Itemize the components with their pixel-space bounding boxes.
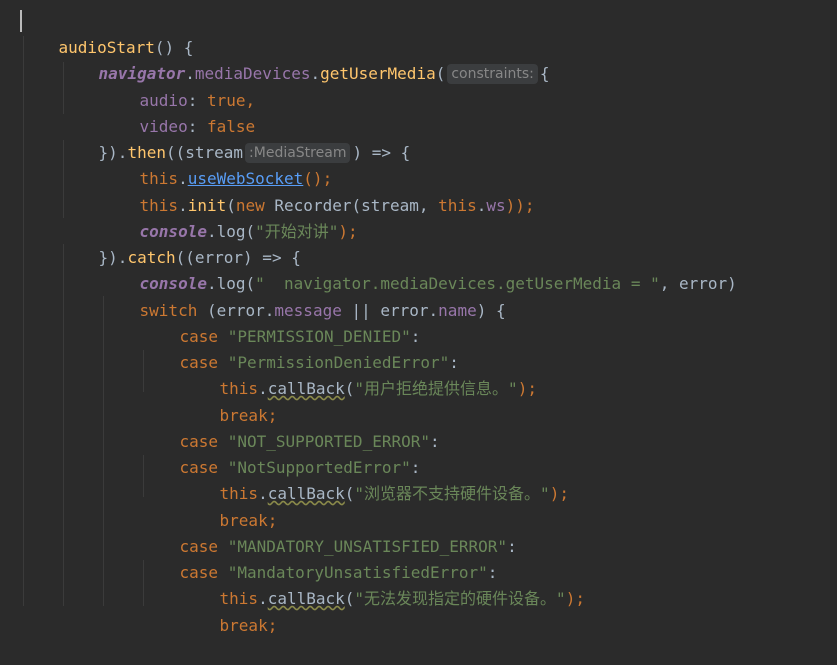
code-token: "用户拒绝提供信息。": [354, 379, 518, 398]
code-token: ;: [267, 616, 278, 635]
code-token: );: [565, 589, 585, 608]
code-token: :: [507, 537, 517, 556]
code-line[interactable]: audioStart() {: [20, 9, 194, 57]
code-line[interactable]: break;: [181, 587, 278, 635]
code-line[interactable]: case "PermissionDeniedError":: [141, 324, 459, 372]
code-token: );: [338, 222, 358, 241]
code-token: "浏览器不支持硬件设备。": [354, 484, 550, 503]
code-token: ) {: [476, 301, 506, 320]
code-token: (: [435, 64, 446, 83]
code-token: , error): [659, 274, 737, 293]
code-line[interactable]: navigator.mediaDevices.getUserMedia(cons…: [60, 35, 550, 84]
code-token[interactable]: callBack: [268, 379, 345, 398]
code-line[interactable]: audio: true,: [101, 62, 256, 110]
code-line[interactable]: this.init(new Recorder(stream, this.ws))…: [101, 167, 535, 215]
code-line[interactable]: case "NOT_SUPPORTED_ERROR":: [141, 403, 440, 451]
code-line[interactable]: break;: [181, 377, 278, 425]
code-line[interactable]: case "MandatoryUnsatisfiedError":: [141, 534, 498, 582]
code-line[interactable]: this.useWebSocket();: [101, 140, 333, 188]
code-line[interactable]: case "PERMISSION_DENIED":: [141, 298, 421, 346]
code-line[interactable]: this.callBack("无法发现指定的硬件设备。");: [181, 560, 585, 608]
code-token: (: [344, 589, 355, 608]
code-line[interactable]: console.log(" navigator.mediaDevices.get…: [101, 245, 737, 293]
code-line[interactable]: case "NotSupportedError":: [141, 429, 421, 477]
code-line[interactable]: this.callBack("浏览器不支持硬件设备。");: [181, 455, 569, 503]
code-token: .: [476, 196, 487, 215]
code-token: ));: [505, 196, 535, 215]
code-line[interactable]: this.callBack("用户拒绝提供信息。");: [181, 350, 537, 398]
code-token: getUserMedia: [320, 64, 436, 83]
code-token: );: [517, 379, 537, 398]
code-line[interactable]: video: false: [101, 88, 256, 136]
code-token: .: [310, 64, 321, 83]
indent-guide: [63, 244, 64, 606]
code-token[interactable]: callBack: [268, 484, 345, 503]
code-token[interactable]: callBack: [268, 589, 345, 608]
code-line[interactable]: switch (error.message || error.name) {: [101, 272, 506, 320]
code-line[interactable]: console.log("开始对讲");: [101, 193, 358, 241]
code-line[interactable]: case "MANDATORY_UNSATISFIED_ERROR":: [141, 508, 517, 556]
indent-guide: [23, 36, 24, 606]
code-token: "无法发现指定的硬件设备。": [354, 589, 566, 608]
code-token: :: [430, 432, 440, 451]
code-editor[interactable]: audioStart() { navigator.mediaDevices.ge…: [0, 0, 837, 635]
code-line[interactable]: }).catch((error) => {: [60, 219, 301, 267]
code-token: name: [438, 301, 477, 320]
code-line[interactable]: break;: [181, 482, 278, 530]
code-token: this: [438, 196, 477, 215]
code-token: ) => {: [352, 143, 411, 162]
code-line[interactable]: }).then((stream:MediaStream) => {: [60, 114, 410, 163]
code-token: (: [344, 484, 355, 503]
parameter-hint: constraints:: [447, 64, 538, 84]
code-token: );: [549, 484, 569, 503]
code-token: break: [219, 616, 268, 635]
code-token: (: [344, 379, 355, 398]
code-token: ws: [486, 196, 506, 215]
code-token: {: [539, 64, 550, 83]
